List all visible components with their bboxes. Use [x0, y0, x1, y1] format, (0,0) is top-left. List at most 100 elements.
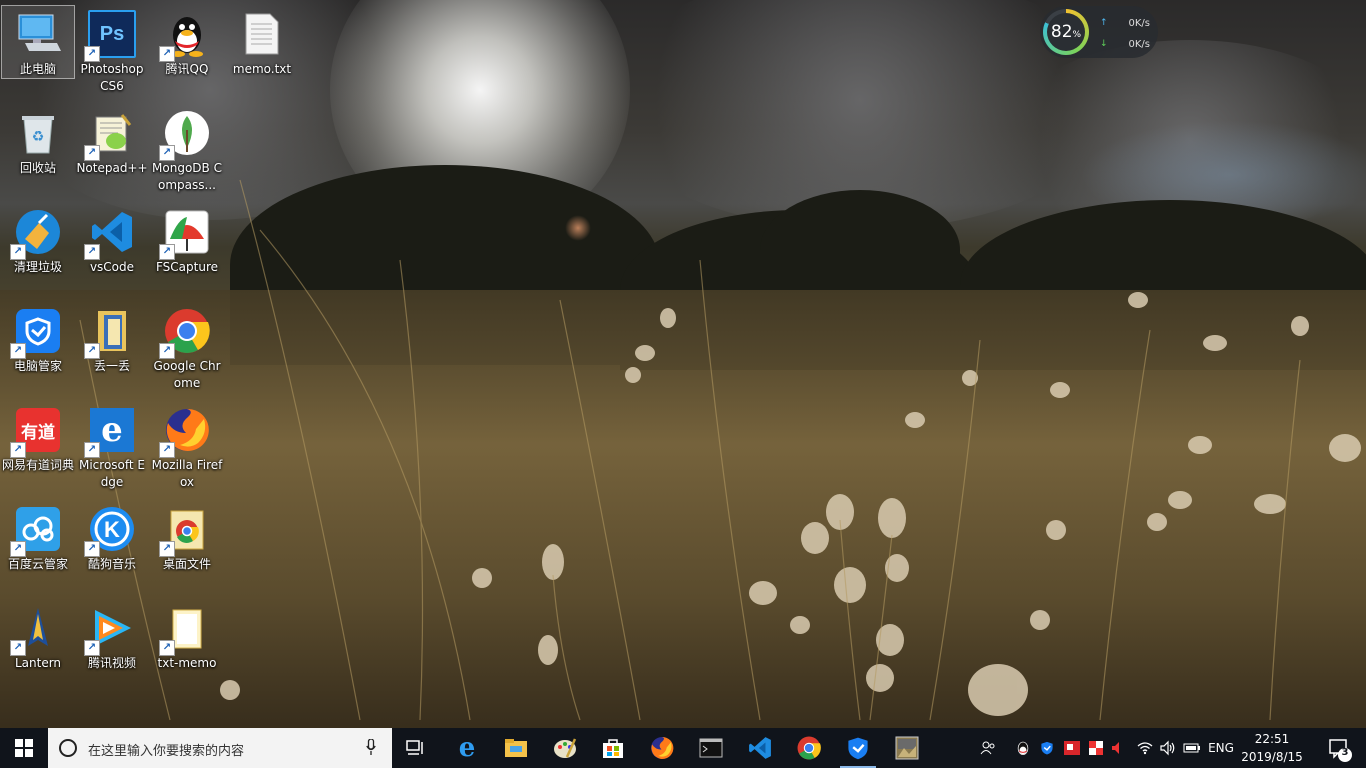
microphone-icon[interactable] [366, 739, 376, 755]
tray-security[interactable] [1086, 728, 1106, 768]
tray-people[interactable] [977, 728, 999, 768]
tray-volume[interactable] [1157, 728, 1179, 768]
desktop-icon-desktop-files[interactable]: ↗ 桌面文件 [151, 501, 223, 573]
taskbar-terminal[interactable] [687, 728, 735, 768]
desktop-icon-tencent-video[interactable]: ↗ 腾讯视频 [76, 600, 148, 672]
desktop-icon-vscode[interactable]: ↗ vsCode [76, 204, 148, 276]
taskbar-file-explorer[interactable] [492, 728, 540, 768]
desktop-icon-fscapture[interactable]: ↗ FSCapture [151, 204, 223, 276]
folder-icon: ↗ [159, 604, 211, 656]
vscode-icon: ↗ [84, 208, 136, 260]
tray-pc-manager[interactable] [1037, 728, 1057, 768]
usage-percent-unit: % [1072, 30, 1082, 40]
pc-manager-shield-icon [1041, 741, 1053, 755]
desktop-icon-qq[interactable]: ↗ 腾讯QQ [151, 6, 223, 78]
recycle-bin-icon: ♻ [14, 109, 62, 157]
edge-icon: e [458, 733, 476, 763]
upload-speed-value: 0K/s [1128, 18, 1151, 29]
speaker-icon [1112, 742, 1119, 754]
people-icon [980, 741, 995, 755]
firefox-icon [651, 737, 674, 759]
tray-network[interactable] [1134, 728, 1156, 768]
file-explorer-icon [505, 739, 527, 757]
desktop-icon-diu-yi-diu[interactable]: ↗ 丢一丢 [76, 303, 148, 375]
shortcut-arrow-icon: ↗ [10, 640, 26, 656]
network-speed-widget[interactable]: 82% ↑ 0K/s ↓ 0K/s [1040, 6, 1158, 58]
cleanup-broom-icon: ↗ [10, 208, 62, 260]
paint-icon [554, 738, 577, 758]
text-file-icon [238, 10, 286, 58]
shortcut-arrow-icon: ↗ [159, 343, 175, 359]
desktop-icon-chrome[interactable]: ↗ Google Chrome [151, 303, 223, 392]
volume-icon [1160, 740, 1175, 756]
red-app-icon [1064, 741, 1080, 755]
tray-battery[interactable] [1181, 728, 1203, 768]
photoshop-icon: Ps ↗ [84, 10, 136, 62]
desktop-icon-baidu-cloud[interactable]: ↗ 百度云管家 [2, 501, 74, 573]
taskbar-firefox[interactable] [638, 728, 686, 768]
search-box[interactable]: 在这里输入你要搜索的内容 [48, 728, 392, 768]
taskbar: 在这里输入你要搜索的内容 e ENG 22:51 2019/8/15 3 [0, 728, 1366, 768]
task-view-button[interactable] [392, 728, 440, 768]
action-center-button[interactable]: 3 [1318, 728, 1358, 768]
mongodb-compass-icon: ↗ [159, 109, 211, 161]
notification-count: 3 [1341, 747, 1349, 758]
chrome-icon: ↗ [159, 307, 211, 359]
shortcut-arrow-icon: ↗ [159, 442, 175, 458]
shortcut-arrow-icon: ↗ [159, 145, 175, 161]
desktop-icon-pc-manager[interactable]: ↗ 电脑管家 [2, 303, 74, 375]
usage-percent: 82 [1050, 22, 1073, 42]
desktop-icon-photoshop[interactable]: Ps ↗ Photoshop CS6 [76, 6, 148, 95]
shortcut-arrow-icon: ↗ [84, 46, 100, 62]
desktop-icon-notepad-plus-plus[interactable]: ↗ Notepad++ [76, 105, 148, 177]
store-icon [603, 739, 623, 758]
taskbar-chrome[interactable] [785, 728, 833, 768]
fscapture-icon: ↗ [159, 208, 211, 260]
taskbar-vscode[interactable] [736, 728, 784, 768]
desktop-icon-cleanup[interactable]: ↗ 清理垃圾 [2, 204, 74, 276]
taskbar-edge[interactable]: e [443, 728, 491, 768]
clock-time: 22:51 [1254, 732, 1290, 746]
desktop-icon-youdao[interactable]: 有道 ↗ 网易有道词典 [2, 402, 74, 474]
tray-qq[interactable] [1013, 728, 1033, 768]
shortcut-arrow-icon: ↗ [159, 244, 175, 260]
shortcut-arrow-icon: ↗ [10, 442, 26, 458]
battery-icon [1183, 743, 1200, 753]
desktop-icon-lantern[interactable]: ↗ Lantern [2, 600, 74, 672]
tray-clock[interactable]: 22:51 2019/8/15 [1240, 730, 1304, 766]
tray-app-red[interactable] [1062, 728, 1082, 768]
terminal-icon [699, 738, 723, 758]
tray-language[interactable]: ENG [1205, 728, 1237, 768]
baidu-cloud-icon: ↗ [10, 505, 62, 557]
svg-text:♻: ♻ [32, 129, 45, 145]
svg-text:K: K [104, 517, 120, 542]
taskbar-store[interactable] [589, 728, 637, 768]
folder-icon: ↗ [84, 307, 136, 359]
tray-volume-muted[interactable] [1108, 728, 1128, 768]
desktop-icon-txt-memo[interactable]: ↗ txt-memo [151, 600, 223, 672]
notification-icon [1329, 739, 1352, 762]
desktop-icon-firefox[interactable]: ↗ Mozilla Firefox [151, 402, 223, 491]
chrome-icon [797, 736, 821, 760]
wifi-icon [1137, 742, 1153, 755]
taskbar-paint[interactable] [541, 728, 589, 768]
taskbar-image-app[interactable] [883, 728, 931, 768]
desktop-icon-edge[interactable]: e ↗ Microsoft Edge [76, 402, 148, 491]
vscode-icon [749, 737, 771, 759]
this-pc-icon [14, 10, 62, 58]
gauge-readout: 82% [1047, 13, 1085, 51]
desktop-icon-mongodb-compass[interactable]: ↗ MongoDB Compass... [151, 105, 223, 194]
shortcut-arrow-icon: ↗ [84, 640, 100, 656]
shortcut-arrow-icon: ↗ [10, 343, 26, 359]
desktop-icon-this-pc[interactable]: 此电脑 [1, 5, 75, 79]
desktop-icon-kugou[interactable]: K ↗ 酷狗音乐 [76, 501, 148, 573]
cortana-icon [59, 739, 77, 757]
desktop-icon-memo-txt[interactable]: memo.txt [226, 6, 298, 78]
shortcut-arrow-icon: ↗ [159, 640, 175, 656]
start-button[interactable] [0, 728, 48, 768]
qq-penguin-icon [1017, 741, 1029, 755]
firefox-icon: ↗ [159, 406, 211, 458]
desktop-icon-recycle-bin[interactable]: ♻ 回收站 [2, 105, 74, 177]
taskbar-pc-manager[interactable] [834, 728, 882, 768]
upload-arrow-icon: ↑ [1100, 18, 1108, 28]
